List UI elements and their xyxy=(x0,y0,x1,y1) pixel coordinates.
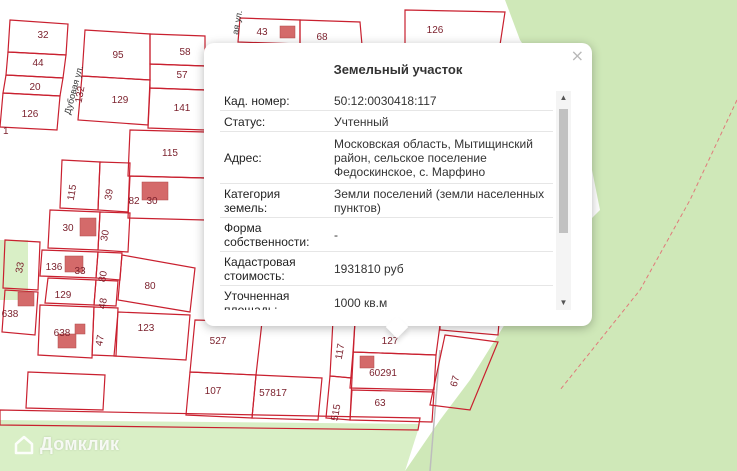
parcel-number-label[interactable]: 126 xyxy=(22,109,39,120)
popup-body[interactable]: Кад. номер: 50:12:0030418:117 Статус: Уч… xyxy=(220,91,571,310)
info-table: Кад. номер: 50:12:0030418:117 Статус: Уч… xyxy=(220,91,553,310)
parcel-number-label[interactable]: 638 xyxy=(2,309,19,320)
watermark: Домклик xyxy=(14,434,119,455)
parcel-number-label[interactable]: 33 xyxy=(74,266,86,277)
parcel-number-label[interactable]: 30 xyxy=(62,223,74,234)
scroll-thumb[interactable] xyxy=(559,109,568,233)
parcel-number-label[interactable]: 107 xyxy=(205,386,222,397)
parcel-number-label[interactable]: 141 xyxy=(174,103,191,114)
row-key: Категория земель: xyxy=(224,187,281,215)
row-key: Статус: xyxy=(224,115,266,129)
popup-title: Земельный участок xyxy=(333,62,463,77)
watermark-text: Домклик xyxy=(40,434,120,454)
street-label-partial: ая ул. xyxy=(230,10,244,36)
row-value: Московская область, Мытищинский район, с… xyxy=(334,137,533,179)
parcel-number-label[interactable]: 20 xyxy=(29,82,41,93)
parcel-number-label[interactable]: 57 xyxy=(176,70,188,81)
row-cadastral-value: Кадастровая стоимость: 1931810 руб xyxy=(220,252,553,286)
parcel-number-label[interactable]: 115 xyxy=(66,183,80,201)
parcel-number-label[interactable]: 126 xyxy=(427,25,444,36)
row-value: Учтенный xyxy=(334,114,389,129)
parcel-number-label[interactable]: 60291 xyxy=(369,368,397,379)
parcel-number-label[interactable]: 48 xyxy=(97,297,110,310)
parcel-number-label[interactable]: 43 xyxy=(256,27,268,38)
parcel-number-label[interactable]: 57817 xyxy=(259,388,287,399)
row-value: 1000 кв.м xyxy=(334,296,388,310)
parcel-number-label[interactable]: 32 xyxy=(37,30,49,41)
row-key: Кадастровая стоимость: xyxy=(224,255,296,283)
parcel-number-label[interactable]: 47 xyxy=(94,334,107,347)
parcel-number-label[interactable]: 58 xyxy=(179,47,191,58)
row-key: Форма собственности: xyxy=(224,221,310,249)
parcel-number-label[interactable]: 123 xyxy=(138,323,155,334)
scroll-up-arrow-icon[interactable]: ▲ xyxy=(556,91,571,105)
row-cadastral-number: Кад. номер: 50:12:0030418:117 xyxy=(220,91,553,111)
row-area: Уточненная площадь: 1000 кв.м xyxy=(220,286,553,310)
parcel-number-label[interactable]: 82 xyxy=(128,196,140,207)
row-key: Адрес: xyxy=(224,151,262,165)
parcel-number-label[interactable]: 129 xyxy=(112,95,129,106)
row-status: Статус: Учтенный xyxy=(220,111,553,132)
parcel-number-label[interactable]: 67 xyxy=(449,374,463,388)
parcel-number-label[interactable]: 63 xyxy=(374,398,386,409)
row-value: 1931810 руб xyxy=(334,262,404,276)
row-value: 50:12:0030418:117 xyxy=(334,94,437,108)
parcel-number-label[interactable]: 44 xyxy=(32,58,44,69)
row-value: Земли поселений (земли населенных пункто… xyxy=(334,187,545,215)
scrollbar[interactable]: ▲ ▼ xyxy=(556,91,571,310)
row-ownership-form: Форма собственности: - xyxy=(220,218,553,252)
parcel-number-label[interactable]: 527 xyxy=(210,336,227,347)
row-land-category: Категория земель: Земли поселений (земли… xyxy=(220,184,553,218)
parcel-number-label[interactable]: 117 xyxy=(334,342,348,360)
row-key: Уточненная площадь: xyxy=(224,289,290,310)
partial-label: 1 xyxy=(3,126,9,137)
parcel-number-label[interactable]: 68 xyxy=(316,32,328,43)
parcel-number-label[interactable]: 95 xyxy=(112,50,124,61)
parcel-number-label[interactable]: 129 xyxy=(55,290,72,301)
parcel-info-popup: × Земельный участок Кад. номер: 50:12:00… xyxy=(204,43,592,339)
parcel-number-label[interactable]: 80 xyxy=(97,270,110,283)
parcel-number-label[interactable]: 30 xyxy=(146,196,158,207)
parcel-number-label[interactable]: 80 xyxy=(144,281,156,292)
parcel-number-label[interactable]: 136 xyxy=(46,262,63,273)
parcel-number-label[interactable]: 638 xyxy=(54,328,71,339)
row-value: - xyxy=(334,228,338,242)
parcel-number-label[interactable]: 39 xyxy=(103,188,116,201)
row-key: Кад. номер: xyxy=(224,94,290,108)
row-address: Адрес: Московская область, Мытищинский р… xyxy=(220,132,553,184)
scroll-down-arrow-icon[interactable]: ▼ xyxy=(556,296,571,310)
parcel-number-label[interactable]: 115 xyxy=(162,148,178,159)
parcel-number-label[interactable]: 30 xyxy=(99,229,112,242)
home-icon xyxy=(14,435,34,454)
